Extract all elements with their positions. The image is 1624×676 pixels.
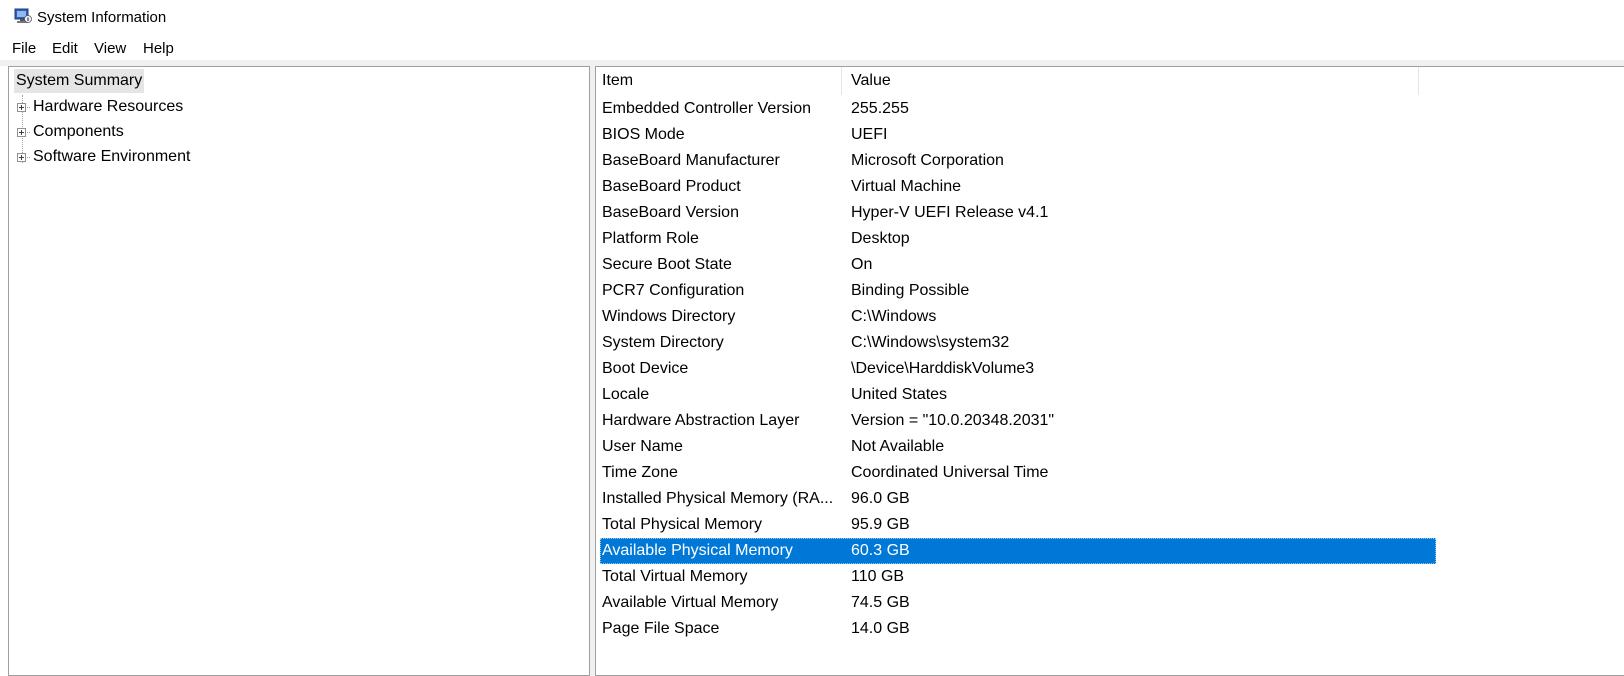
- cell-value: Hyper-V UEFI Release v4.1: [851, 204, 1049, 221]
- table-row[interactable]: Windows Directory C:\Windows: [596, 304, 1624, 330]
- cell-item: Total Physical Memory: [602, 516, 763, 533]
- cell-item: Page File Space: [602, 620, 720, 637]
- cell-value: 110 GB: [851, 568, 905, 585]
- menu-bar: File Edit View Help: [0, 36, 1624, 60]
- cell-item: BIOS Mode: [602, 126, 685, 143]
- cell-value: Not Available: [851, 438, 945, 455]
- cell-item: Available Physical Memory: [602, 542, 793, 559]
- cell-value: United States: [851, 386, 948, 403]
- table-row[interactable]: User Name Not Available: [596, 434, 1624, 460]
- menu-view[interactable]: View: [94, 40, 126, 57]
- table-row[interactable]: BaseBoard Version Hyper-V UEFI Release v4…: [596, 200, 1624, 226]
- title-bar: System Information: [0, 0, 1624, 34]
- expand-plus-icon[interactable]: [17, 153, 26, 162]
- expand-plus-icon[interactable]: [17, 128, 26, 137]
- cell-item: Locale: [602, 386, 650, 403]
- cell-item: PCR7 Configuration: [602, 282, 745, 299]
- tree-item-components[interactable]: Components: [33, 121, 124, 143]
- cell-value: 96.0 GB: [851, 490, 910, 507]
- cell-value: \Device\HarddiskVolume3: [851, 360, 1035, 377]
- cell-item: Embedded Controller Version: [602, 100, 812, 117]
- cell-item: User Name: [602, 438, 683, 455]
- table-row[interactable]: Available Physical Memory 60.3 GB: [596, 538, 1624, 564]
- table-row[interactable]: BaseBoard Manufacturer Microsoft Corporat…: [596, 148, 1624, 174]
- cell-item: Hardware Abstraction Layer: [602, 412, 800, 429]
- cell-value: UEFI: [851, 126, 888, 143]
- tree-item-software-environment[interactable]: Software Environment: [33, 146, 190, 168]
- cell-value: Binding Possible: [851, 282, 970, 299]
- cell-item: BaseBoard Manufacturer: [602, 152, 780, 169]
- list-rows: Embedded Controller Version 255.255 BIOS M…: [596, 96, 1624, 642]
- cell-value: On: [851, 256, 873, 273]
- cell-value: 74.5 GB: [851, 594, 910, 611]
- menu-file[interactable]: File: [12, 40, 36, 57]
- table-row[interactable]: Secure Boot State On: [596, 252, 1624, 278]
- cell-item: Installed Physical Memory (RA...: [602, 490, 834, 507]
- cell-value: Virtual Machine: [851, 178, 961, 195]
- table-row[interactable]: BIOS Mode UEFI: [596, 122, 1624, 148]
- cell-value: C:\Windows: [851, 308, 937, 325]
- expand-plus-icon[interactable]: [17, 103, 26, 112]
- list-header: Item Value: [596, 67, 1624, 95]
- cell-item: Total Virtual Memory: [602, 568, 748, 585]
- cell-item: Time Zone: [602, 464, 678, 481]
- cell-value: 60.3 GB: [851, 542, 910, 559]
- column-separator[interactable]: [1418, 67, 1419, 95]
- cell-value: C:\Windows\system32: [851, 334, 1010, 351]
- cell-value: 14.0 GB: [851, 620, 910, 637]
- cell-value: Version = "10.0.20348.2031": [851, 412, 1055, 429]
- table-row[interactable]: BaseBoard Product Virtual Machine: [596, 174, 1624, 200]
- table-row[interactable]: PCR7 Configuration Binding Possible: [596, 278, 1624, 304]
- cell-item: BaseBoard Version: [602, 204, 739, 221]
- cell-item: Windows Directory: [602, 308, 736, 325]
- table-row[interactable]: Page File Space 14.0 GB: [596, 616, 1624, 642]
- table-row[interactable]: Installed Physical Memory (RA... 96.0 GB: [596, 486, 1624, 512]
- cell-item: BaseBoard Product: [602, 178, 741, 195]
- category-tree[interactable]: System Summary Hardware Resources Compon…: [8, 66, 590, 676]
- menu-help[interactable]: Help: [143, 40, 174, 57]
- table-row[interactable]: Total Virtual Memory 110 GB: [596, 564, 1624, 590]
- cell-value: 95.9 GB: [851, 516, 910, 533]
- cell-value: Desktop: [851, 230, 910, 247]
- window-title: System Information: [37, 9, 167, 26]
- details-list[interactable]: Item Value Embedded Controller Version 25…: [595, 66, 1624, 676]
- cell-item: Secure Boot State: [602, 256, 732, 273]
- table-row[interactable]: Hardware Abstraction Layer Version = "10.…: [596, 408, 1624, 434]
- column-separator[interactable]: [841, 67, 842, 95]
- cell-value: Coordinated Universal Time: [851, 464, 1049, 481]
- column-header-value[interactable]: Value: [851, 72, 891, 90]
- table-row[interactable]: Available Virtual Memory 74.5 GB: [596, 590, 1624, 616]
- column-header-item[interactable]: Item: [602, 72, 633, 90]
- cell-item: System Directory: [602, 334, 724, 351]
- cell-item: Available Virtual Memory: [602, 594, 779, 611]
- cell-item: Platform Role: [602, 230, 699, 247]
- table-row[interactable]: System Directory C:\Windows\system32: [596, 330, 1624, 356]
- system-information-icon: [14, 8, 32, 23]
- table-row[interactable]: Embedded Controller Version 255.255: [596, 96, 1624, 122]
- table-row[interactable]: Time Zone Coordinated Universal Time: [596, 460, 1624, 486]
- cell-value: 255.255: [851, 100, 909, 117]
- menu-edit[interactable]: Edit: [52, 40, 78, 57]
- cell-value: Microsoft Corporation: [851, 152, 1004, 169]
- table-row[interactable]: Platform Role Desktop: [596, 226, 1624, 252]
- cell-item: Boot Device: [602, 360, 689, 377]
- table-row[interactable]: Total Physical Memory 95.9 GB: [596, 512, 1624, 538]
- table-row[interactable]: Locale United States: [596, 382, 1624, 408]
- table-row[interactable]: Boot Device \Device\HarddiskVolume3: [596, 356, 1624, 382]
- tree-item-system-summary[interactable]: System Summary: [14, 69, 145, 93]
- tree-item-hardware-resources[interactable]: Hardware Resources: [33, 96, 183, 118]
